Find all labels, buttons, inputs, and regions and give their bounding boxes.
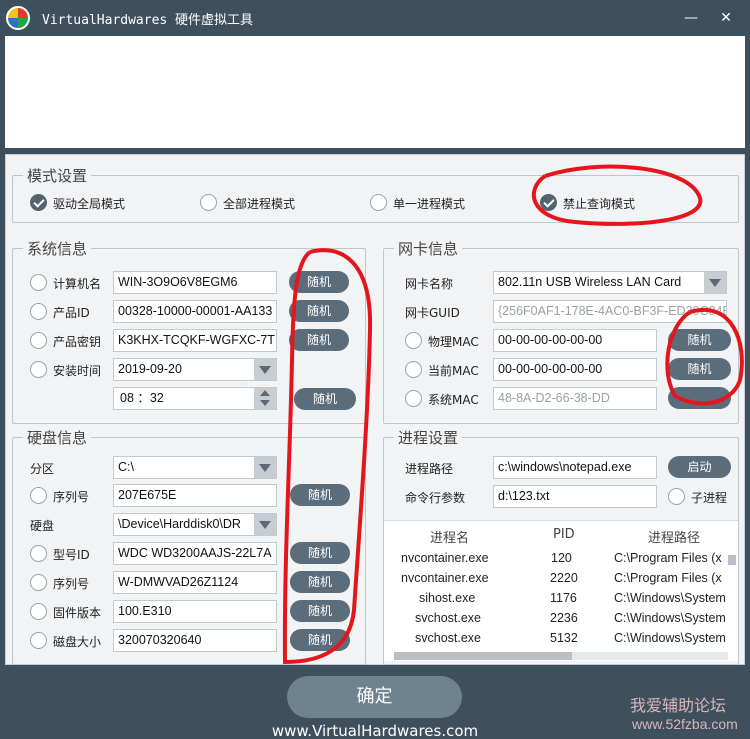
annotation-overlay [282, 164, 744, 665]
annotation-loop-mac-random [665, 308, 744, 406]
annotation-loop-random-buttons [282, 248, 373, 665]
annotation-ellipse-forbid-query [531, 164, 703, 226]
